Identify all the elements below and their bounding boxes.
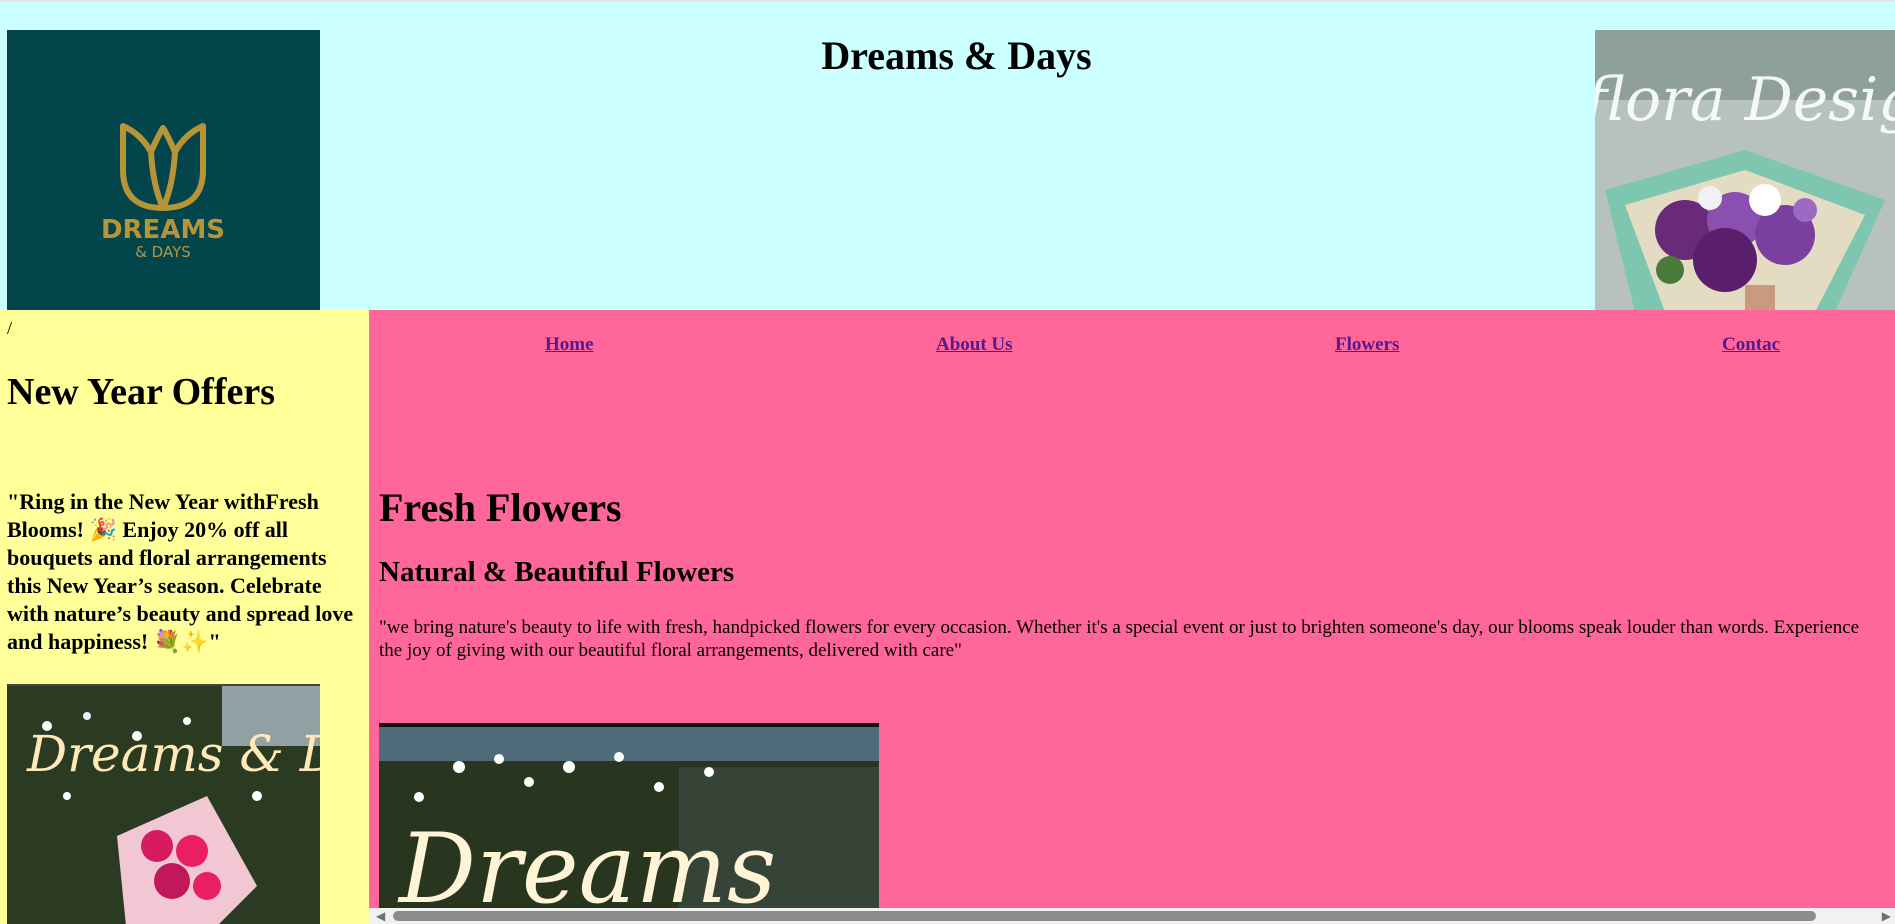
nav-link-flowers[interactable]: Flowers	[1335, 334, 1399, 356]
scroll-left-icon[interactable]: ◀	[376, 910, 385, 922]
scrollbar-thumb[interactable]	[393, 911, 1816, 921]
offers-sidebar: / New Year Offers "Ring in the New Year …	[0, 310, 369, 924]
offers-title: New Year Offers	[7, 371, 276, 413]
neon-sign-photo: Dreams	[379, 723, 879, 910]
logo-line1: DREAMS	[101, 215, 225, 245]
site-title: Dreams & Days	[821, 33, 1092, 78]
offer-photo: Dreams & Days	[7, 684, 320, 924]
offer-text: "Ring in the New Year withFresh Blooms! …	[7, 489, 354, 654]
intro-paragraph: "we bring nature's beauty to life with f…	[379, 617, 1860, 661]
bouquet-photo: flora Design	[1595, 30, 1895, 312]
neon-sign-text: Dreams & Days	[26, 725, 320, 783]
logo-line2: & DAYS	[135, 243, 191, 261]
stray-slash: /	[7, 318, 13, 338]
section-subheading: Natural & Beautiful Flowers	[379, 556, 735, 588]
section-heading: Fresh Flowers	[379, 485, 622, 530]
nav-link-about-us[interactable]: About Us	[936, 334, 1013, 356]
nav-link-home[interactable]: Home	[545, 334, 594, 356]
tulip-outline-icon: DREAMS & DAYS	[101, 123, 225, 261]
site-header: DREAMS & DAYS Dreams & Days flora Design	[0, 2, 1895, 312]
neon-sign-text: Dreams	[397, 813, 776, 910]
horizontal-scrollbar[interactable]: ◀ ▶	[369, 908, 1895, 924]
scroll-right-icon[interactable]: ▶	[1882, 910, 1891, 922]
brand-logo[interactable]: DREAMS & DAYS	[7, 30, 320, 312]
nav-link-contact[interactable]: Contac	[1722, 334, 1780, 356]
neon-sign-text: flora Design	[1595, 65, 1895, 135]
main-content: Home About Us Flowers Contac Fresh Flowe…	[369, 310, 1895, 910]
